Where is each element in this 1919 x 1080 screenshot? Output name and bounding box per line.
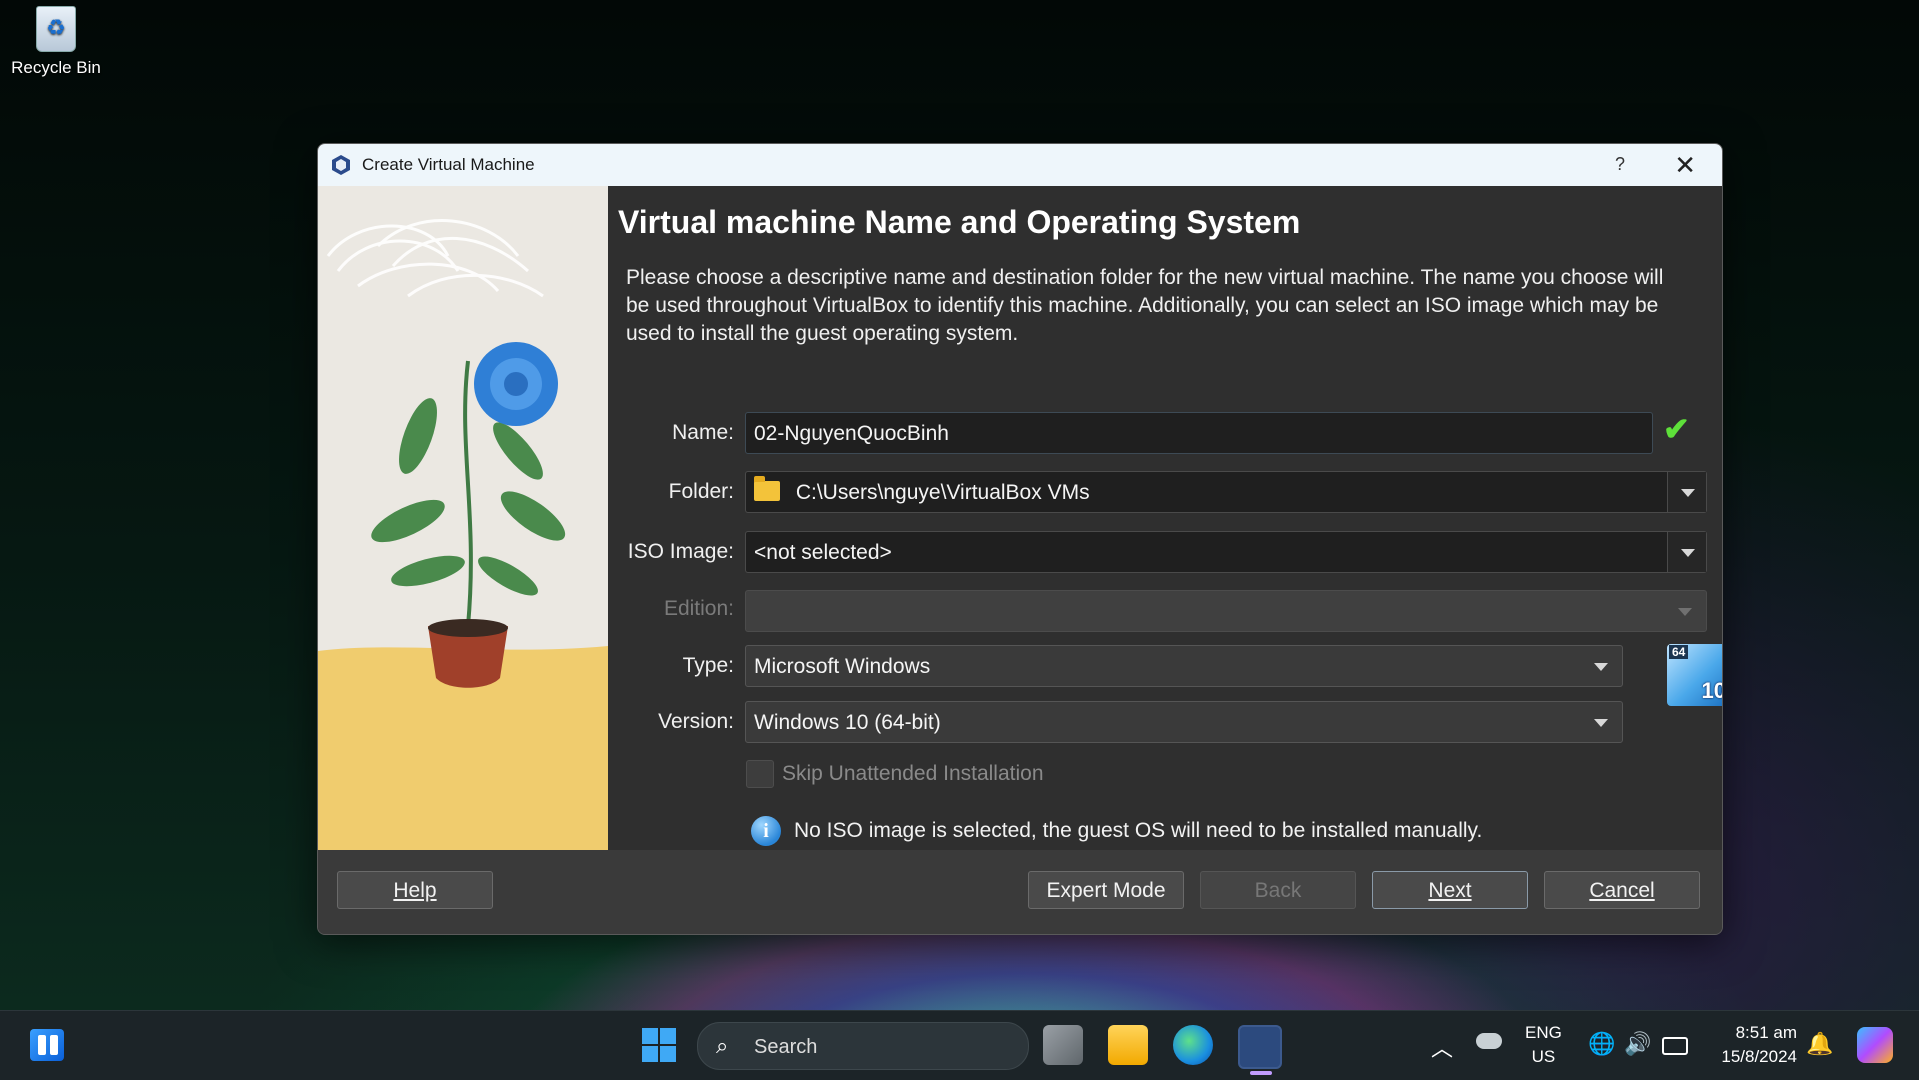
cancel-button[interactable]: Cancel: [1544, 871, 1700, 909]
page-description: Please choose a descriptive name and des…: [626, 266, 1664, 345]
edition-label: Edition:: [663, 597, 734, 620]
version-value: Windows 10 (64-bit): [754, 711, 941, 734]
chevron-down-icon: [1594, 719, 1608, 727]
info-icon: i: [751, 816, 781, 846]
back-button-label: Back: [1254, 879, 1302, 902]
close-button[interactable]: ✕: [1674, 150, 1696, 181]
name-input[interactable]: 02-NguyenQuocBinh: [745, 412, 1653, 454]
start-logo-tile: [642, 1028, 658, 1044]
clock-time: 8:51 am: [1735, 1023, 1797, 1042]
folder-selector[interactable]: C:\Users\nguye\VirtualBox VMs: [745, 471, 1707, 513]
folder-label: Folder:: [668, 480, 734, 503]
wizard-content: Virtual machine Name and Operating Syste…: [608, 186, 1722, 850]
copilot-icon[interactable]: [1857, 1027, 1893, 1063]
start-logo-tile: [642, 1046, 658, 1062]
wizard-illustration: [318, 186, 608, 850]
version-combobox[interactable]: Windows 10 (64-bit): [745, 701, 1623, 743]
back-button: Back: [1200, 871, 1356, 909]
help-button[interactable]: Help: [337, 871, 493, 909]
search-icon: ⌕: [716, 1033, 729, 1058]
recycle-bin-shortcut[interactable]: Recycle Bin: [6, 6, 106, 78]
os-version-label: 10: [1701, 678, 1722, 703]
edition-combobox: [745, 590, 1707, 632]
dialog-titlebar[interactable]: Create Virtual Machine ? ✕: [318, 144, 1722, 186]
start-button[interactable]: [642, 1028, 676, 1062]
version-label: Version:: [658, 710, 734, 733]
create-vm-dialog: Create Virtual Machine ? ✕ Virtual machi…: [317, 143, 1723, 935]
name-valid-check-icon: ✔: [1663, 411, 1690, 447]
network-icon[interactable]: 🌐: [1588, 1031, 1615, 1057]
taskbar-search[interactable]: ⌕ Search: [697, 1022, 1029, 1070]
type-label: Type:: [682, 654, 734, 677]
os-bits-label: 64: [1669, 645, 1689, 659]
region-code: US: [1531, 1047, 1556, 1066]
onedrive-icon[interactable]: [1476, 1033, 1502, 1049]
dialog-title: Create Virtual Machine: [362, 155, 535, 174]
language-indicator[interactable]: ENG US: [1525, 1021, 1562, 1069]
start-logo-tile: [660, 1046, 676, 1062]
type-combobox[interactable]: Microsoft Windows: [745, 645, 1623, 687]
search-label: Search: [754, 1036, 818, 1058]
dialog-footer: Help Expert Mode Back Next Cancel: [318, 850, 1722, 934]
iso-image-selector[interactable]: <not selected>: [745, 531, 1707, 573]
type-value: Microsoft Windows: [754, 655, 931, 678]
expert-mode-button[interactable]: Expert Mode: [1028, 871, 1184, 909]
widgets-icon[interactable]: [30, 1029, 64, 1061]
language-code: ENG: [1525, 1023, 1562, 1042]
notification-bell-icon[interactable]: 🔔: [1806, 1031, 1833, 1057]
folder-icon: [754, 476, 780, 502]
battery-icon[interactable]: [1662, 1037, 1688, 1055]
folder-path-value: C:\Users\nguye\VirtualBox VMs: [795, 481, 1090, 504]
iso-image-value: <not selected>: [754, 541, 892, 564]
volume-icon[interactable]: 🔊: [1624, 1031, 1651, 1057]
next-button-label: Next: [1428, 879, 1472, 902]
iso-image-label: ISO Image:: [627, 540, 734, 563]
file-explorer-icon[interactable]: [1108, 1025, 1148, 1065]
active-app-indicator: [1250, 1071, 1272, 1075]
name-label: Name:: [672, 421, 734, 444]
show-hidden-icons-chevron-icon[interactable]: ︿: [1431, 1031, 1453, 1063]
virtualbox-taskbar-icon[interactable]: [1238, 1025, 1282, 1069]
taskbar: ⌕ Search ︿ ENG US 🌐 🔊 8:51 am 15/8/2024 …: [0, 1010, 1919, 1080]
start-logo-tile: [660, 1028, 676, 1044]
help-question-button[interactable]: ?: [1615, 154, 1625, 175]
cancel-button-label: Cancel: [1589, 879, 1655, 902]
iso-dropdown-button[interactable]: [1667, 532, 1706, 572]
edge-browser-icon[interactable]: [1173, 1025, 1213, 1065]
recycle-bin-label: Recycle Bin: [11, 58, 101, 77]
page-title: Virtual machine Name and Operating Syste…: [618, 204, 1301, 240]
skip-unattended-checkbox[interactable]: [746, 760, 774, 788]
os-type-icon: 64 10: [1667, 644, 1722, 706]
name-input-value: 02-NguyenQuocBinh: [754, 422, 949, 445]
info-message: No ISO image is selected, the guest OS w…: [794, 819, 1483, 842]
skip-unattended-label: Skip Unattended Installation: [782, 762, 1044, 785]
folder-dropdown-button[interactable]: [1667, 472, 1706, 512]
next-button[interactable]: Next: [1372, 871, 1528, 909]
virtualbox-icon: [332, 155, 350, 175]
chevron-down-icon: [1594, 663, 1608, 671]
task-view-icon[interactable]: [1043, 1025, 1083, 1065]
system-clock[interactable]: 8:51 am 15/8/2024: [1721, 1021, 1797, 1069]
clock-date: 15/8/2024: [1721, 1047, 1797, 1066]
expert-mode-button-label: Expert Mode: [1046, 879, 1166, 902]
recycle-bin-icon: [36, 6, 76, 52]
help-button-label: Help: [393, 879, 437, 902]
chevron-down-icon: [1678, 608, 1692, 616]
